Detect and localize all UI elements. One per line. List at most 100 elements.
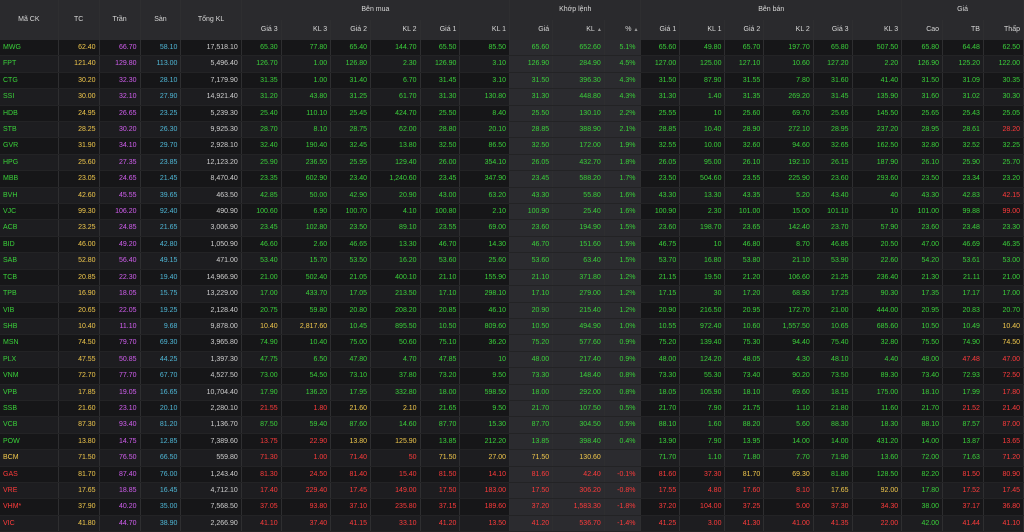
ask-price-3[interactable]: 73.50	[813, 367, 853, 385]
ask-price-2[interactable]: 10.60	[724, 318, 765, 336]
ask-price-3[interactable]: 17.65	[813, 482, 853, 500]
bid-price-3[interactable]: 10.40	[241, 318, 282, 336]
col-ask-price-3[interactable]: Giá 3	[813, 20, 853, 40]
bid-price-2[interactable]: 25.45	[330, 105, 372, 123]
ask-price-1[interactable]: 28.85	[640, 121, 681, 139]
ask-price-3[interactable]: 23.60	[813, 170, 853, 188]
bid-price-1[interactable]: 41.20	[420, 515, 461, 532]
bid-price-3[interactable]: 25.90	[241, 154, 282, 172]
symbol-cell[interactable]: BCM	[0, 449, 59, 467]
ask-price-2[interactable]: 25.60	[724, 105, 765, 123]
table-row[interactable]: MSN 74.50 79.70 69.30 3,965.80 74.90 10.40 75.0…	[0, 334, 1024, 352]
table-row[interactable]: POW 13.80 14.75 12.85 7,389.60 13.75 22.90 13.8…	[0, 433, 1024, 451]
bid-price-2[interactable]: 81.40	[330, 466, 372, 483]
bid-price-2[interactable]: 23.50	[330, 219, 372, 237]
bid-price-1[interactable]: 71.50	[420, 449, 461, 467]
table-row[interactable]: MBB 23.05 24.65 21.45 8,470.40 23.35 602.90 23.…	[0, 170, 1024, 188]
bid-price-2[interactable]: 75.00	[330, 334, 372, 352]
bid-price-3[interactable]: 17.40	[241, 482, 282, 500]
ask-price-2[interactable]: 127.10	[724, 55, 765, 73]
ask-price-1[interactable]: 20.90	[640, 302, 681, 319]
ask-price-3[interactable]: 75.40	[813, 334, 853, 352]
col-ask-vol-3[interactable]: KL 3	[852, 20, 903, 40]
bid-price-3[interactable]: 28.70	[241, 121, 282, 139]
ask-price-1[interactable]: 10.55	[640, 318, 681, 336]
bid-price-1[interactable]: 28.80	[420, 121, 461, 139]
symbol-cell[interactable]: SSI	[0, 88, 59, 106]
ask-price-1[interactable]: 53.70	[640, 252, 681, 270]
ask-price-1[interactable]: 37.20	[640, 498, 681, 516]
bid-price-1[interactable]: 43.00	[420, 187, 461, 205]
ask-price-2[interactable]: 26.10	[724, 154, 765, 172]
bid-price-1[interactable]: 21.65	[420, 400, 461, 418]
col-bid-vol-3[interactable]: KL 3	[281, 20, 332, 40]
bid-price-1[interactable]: 13.85	[420, 433, 461, 451]
ask-price-3[interactable]: 31.60	[813, 72, 853, 90]
col-ask-vol-1[interactable]: KL 1	[679, 20, 726, 40]
symbol-cell[interactable]: VNM	[0, 367, 59, 385]
col-symbol[interactable]: Mã CK	[0, 0, 59, 40]
bid-price-3[interactable]: 41.10	[241, 515, 282, 532]
table-row[interactable]: VPB 17.85 19.05 16.65 10,704.40 17.90 136.20 17…	[0, 384, 1024, 401]
bid-price-3[interactable]: 87.50	[241, 416, 282, 434]
ask-price-1[interactable]: 71.70	[640, 449, 681, 467]
bid-price-2[interactable]: 25.95	[330, 154, 372, 172]
ask-price-2[interactable]: 43.35	[724, 187, 765, 205]
bid-price-2[interactable]: 42.90	[330, 187, 372, 205]
bid-price-1[interactable]: 20.85	[420, 302, 461, 319]
table-row[interactable]: GAS 81.70 87.40 76.00 1,243.40 81.30 24.50 81.4…	[0, 466, 1024, 483]
bid-price-3[interactable]: 47.75	[241, 351, 282, 369]
bid-price-3[interactable]: 31.20	[241, 88, 282, 106]
symbol-cell[interactable]: VJC	[0, 203, 59, 221]
symbol-cell[interactable]: STB	[0, 121, 59, 139]
bid-price-1[interactable]: 17.10	[420, 285, 461, 303]
col-match-price[interactable]: Giá	[509, 20, 554, 40]
bid-price-3[interactable]: 31.35	[241, 72, 282, 90]
bid-price-3[interactable]: 74.90	[241, 334, 282, 352]
bid-price-3[interactable]: 21.00	[241, 269, 282, 287]
ask-price-3[interactable]: 81.80	[813, 466, 853, 483]
bid-price-1[interactable]: 17.50	[420, 482, 461, 500]
ask-price-3[interactable]: 65.80	[813, 40, 853, 57]
symbol-cell[interactable]: SSB	[0, 400, 59, 418]
ask-price-2[interactable]: 53.80	[724, 252, 765, 270]
bid-price-2[interactable]: 31.25	[330, 88, 372, 106]
table-row[interactable]: SSI 30.00 32.10 27.90 14,921.40 31.20 43.80 31.…	[0, 88, 1024, 106]
table-row[interactable]: VHM* 37.90 40.20 35.00 7,568.50 37.05 93.80 37.…	[0, 498, 1024, 516]
ask-price-2[interactable]: 31.55	[724, 72, 765, 90]
bid-price-3[interactable]: 13.75	[241, 433, 282, 451]
bid-price-3[interactable]: 23.35	[241, 170, 282, 188]
bid-price-3[interactable]: 23.45	[241, 219, 282, 237]
col-bid-price-3[interactable]: Giá 3	[241, 20, 282, 40]
ask-price-3[interactable]: 28.95	[813, 121, 853, 139]
ask-price-1[interactable]: 73.30	[640, 367, 681, 385]
col-ref[interactable]: TC	[58, 0, 100, 40]
symbol-cell[interactable]: FPT	[0, 55, 59, 73]
ask-price-2[interactable]: 18.10	[724, 384, 765, 401]
bid-price-3[interactable]: 17.90	[241, 384, 282, 401]
bid-price-1[interactable]: 32.50	[420, 137, 461, 155]
col-average[interactable]: TB	[942, 20, 984, 40]
table-row[interactable]: VRE 17.65 18.85 16.45 4,712.10 17.40 229.40 17.…	[0, 482, 1024, 500]
bid-price-2[interactable]: 28.75	[330, 121, 372, 139]
ask-price-2[interactable]: 32.60	[724, 137, 765, 155]
ask-price-1[interactable]: 26.05	[640, 154, 681, 172]
bid-price-3[interactable]: 65.30	[241, 40, 282, 57]
ask-price-2[interactable]: 46.80	[724, 236, 765, 254]
ask-price-3[interactable]: 53.90	[813, 252, 853, 270]
ask-price-2[interactable]: 81.70	[724, 466, 765, 483]
ask-price-3[interactable]: 21.00	[813, 302, 853, 319]
bid-price-3[interactable]: 17.00	[241, 285, 282, 303]
bid-price-1[interactable]: 26.00	[420, 154, 461, 172]
ask-price-3[interactable]: 46.85	[813, 236, 853, 254]
symbol-cell[interactable]: VCB	[0, 416, 59, 434]
table-row[interactable]: VNM 72.70 77.70 67.70 4,527.50 73.00 54.50 73.1…	[0, 367, 1024, 385]
col-bid-vol-1[interactable]: KL 1	[459, 20, 511, 40]
ask-price-1[interactable]: 23.50	[640, 170, 681, 188]
table-row[interactable]: GVR 31.90 34.10 29.70 2,928.10 32.40 190.40 32.…	[0, 137, 1024, 155]
bid-price-1[interactable]: 10.50	[420, 318, 461, 336]
symbol-cell[interactable]: MBB	[0, 170, 59, 188]
ask-price-3[interactable]: 48.10	[813, 351, 853, 369]
col-total-volume[interactable]: Tổng KL	[180, 0, 242, 40]
table-row[interactable]: VCB 87.30 93.40 81.20 1,136.70 87.50 59.40 87.6…	[0, 416, 1024, 434]
